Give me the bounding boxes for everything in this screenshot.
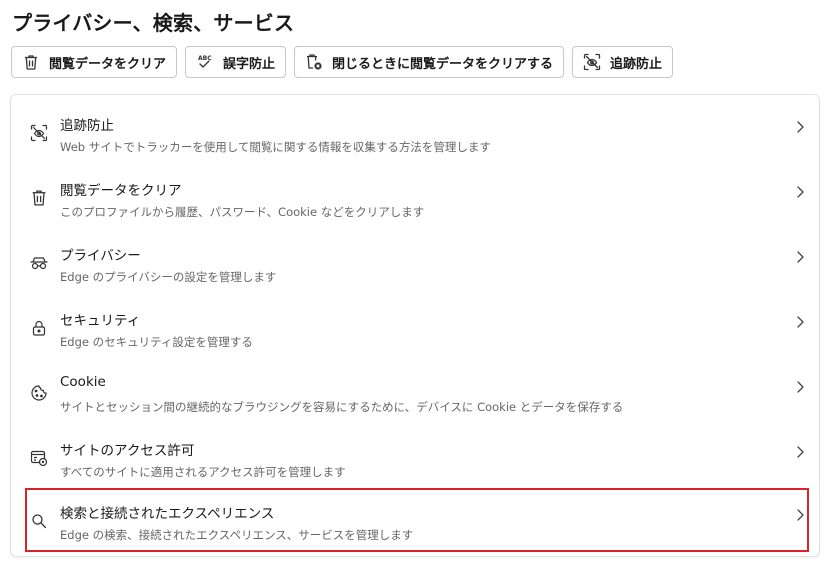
settings-item-title: プライバシー (60, 248, 141, 264)
settings-item-search-connected-experiences[interactable]: 検索と接続されたエクスペリエンス Edge の検索、接続されたエクスペリエンス、… (25, 488, 809, 552)
trash-clock-icon (304, 52, 324, 72)
settings-item-description: すべてのサイトに適用されるアクセス許可を管理します (60, 465, 346, 479)
settings-item-title: Cookie (60, 374, 106, 390)
settings-item-description: Web サイトでトラッカーを使用して閲覧に関する情報を収集する方法を管理します (60, 140, 491, 154)
settings-item-title: セキュリティ (60, 313, 141, 329)
chevron-right-icon (793, 444, 807, 460)
tracking-prevention-label: 追跡防止 (610, 56, 663, 72)
quick-actions-bar: 閲覧データをクリア ABC 誤字防止 閉じるときに閲覧データをクリアする 追跡防… (11, 46, 674, 78)
settings-item-security[interactable]: セキュリティ Edge のセキュリティ設定を管理する (25, 295, 809, 358)
cookie-icon (30, 384, 48, 402)
typo-protection-button[interactable]: ABC 誤字防止 (185, 46, 287, 78)
search-icon (30, 512, 48, 530)
glasses-icon (30, 254, 48, 272)
settings-item-description: このプロファイルから履歴、パスワード、Cookie などをクリアします (60, 205, 425, 219)
trash-icon (30, 189, 48, 207)
tracking-prevention-icon (30, 124, 48, 142)
lock-icon (30, 319, 48, 337)
clear-browsing-data-button[interactable]: 閲覧データをクリア (11, 46, 178, 78)
clear-browsing-data-label: 閲覧データをクリア (49, 56, 167, 72)
page-title: プライバシー、検索、サービス (12, 11, 295, 35)
chevron-right-icon (793, 379, 807, 395)
settings-item-description: Edge の検索、接続されたエクスペリエンス、サービスを管理します (60, 528, 414, 542)
clear-on-close-button[interactable]: 閉じるときに閲覧データをクリアする (294, 46, 565, 78)
settings-item-site-permissions[interactable]: サイトのアクセス許可 すべてのサイトに適用されるアクセス許可を管理します (25, 425, 809, 488)
settings-item-title: 追跡防止 (60, 118, 114, 134)
chevron-right-icon (793, 119, 807, 135)
settings-item-description: Edge のセキュリティ設定を管理する (60, 335, 253, 349)
settings-item-cookie[interactable]: Cookie サイトとセッション間の継続的なブラウジングを容易にするために、デバ… (25, 360, 809, 423)
settings-item-description: Edge のプライバシーの設定を管理します (60, 270, 277, 284)
tracking-prevention-button[interactable]: 追跡防止 (572, 46, 674, 78)
site-permissions-icon (30, 449, 48, 467)
trash-icon (21, 52, 41, 72)
settings-page: プライバシー、検索、サービス 閲覧データをクリア ABC 誤字防止 閉じるときに… (0, 0, 832, 576)
settings-card: 追跡防止 Web サイトでトラッカーを使用して閲覧に関する情報を収集する方法を管… (10, 94, 820, 557)
settings-item-clear-browsing-data[interactable]: 閲覧データをクリア このプロファイルから履歴、パスワード、Cookie などをク… (25, 165, 809, 228)
typo-protection-label: 誤字防止 (223, 56, 276, 72)
chevron-right-icon (793, 184, 807, 200)
chevron-right-icon (793, 249, 807, 265)
tracking-prevention-icon (582, 52, 602, 72)
settings-item-title: 閲覧データをクリア (60, 183, 182, 199)
chevron-right-icon (793, 507, 807, 523)
settings-item-title: サイトのアクセス許可 (60, 443, 195, 459)
settings-item-tracking-prevention[interactable]: 追跡防止 Web サイトでトラッカーを使用して閲覧に関する情報を収集する方法を管… (25, 100, 809, 163)
chevron-right-icon (793, 314, 807, 330)
settings-item-description: サイトとセッション間の継続的なブラウジングを容易にするために、デバイスに Coo… (60, 400, 624, 414)
settings-item-title: 検索と接続されたエクスペリエンス (60, 506, 275, 522)
svg-text:ABC: ABC (198, 55, 212, 62)
spellcheck-icon: ABC (195, 52, 215, 72)
settings-item-privacy[interactable]: プライバシー Edge のプライバシーの設定を管理します (25, 230, 809, 293)
clear-on-close-label: 閉じるときに閲覧データをクリアする (332, 56, 554, 72)
